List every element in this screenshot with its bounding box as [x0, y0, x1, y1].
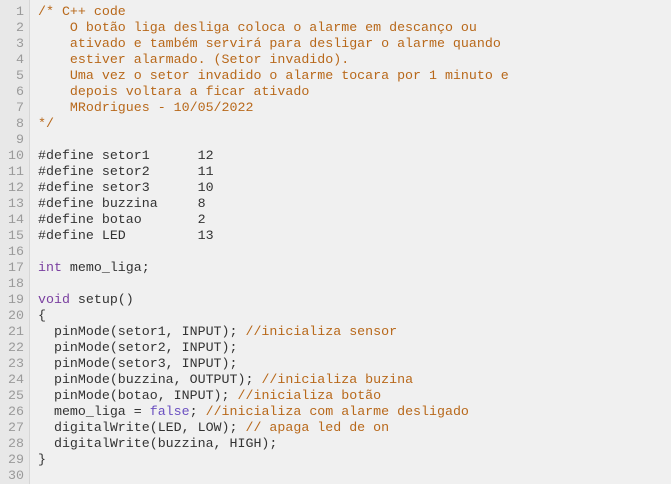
code-token: #define LED 13: [38, 228, 214, 243]
line-number: 29: [8, 452, 24, 467]
line-number: 1: [16, 4, 24, 19]
line-number: 19: [8, 292, 24, 307]
comment-token: // apaga led de on: [245, 420, 390, 435]
line-code: #define setor1 12: [38, 148, 214, 164]
line-number: 30: [8, 468, 24, 483]
code-token: setup(): [69, 292, 134, 307]
code-token: memo_liga;: [61, 260, 150, 275]
line-code: #define setor3 10: [38, 180, 214, 196]
line-code: estiver alarmado. (Setor invadido).: [38, 52, 349, 68]
comment-token: ativado e também servirá para desligar o…: [38, 36, 501, 51]
code-token: #define botao 2: [38, 212, 206, 227]
line-code: pinMode(buzzina, OUTPUT); //inicializa b…: [38, 372, 413, 388]
line-code: pinMode(setor2, INPUT);: [38, 340, 238, 356]
line-code: ativado e também servirá para desligar o…: [38, 36, 501, 52]
code-token: digitalWrite(buzzina, HIGH);: [38, 436, 278, 451]
line-number: 24: [8, 372, 24, 387]
line-number: 11: [8, 164, 24, 179]
line-code: digitalWrite(buzzina, HIGH);: [38, 436, 277, 452]
code-token: #define setor2 11: [38, 164, 214, 179]
line-number: 9: [16, 132, 24, 147]
line-number: 15: [8, 228, 24, 243]
literal-token: false: [149, 404, 190, 419]
code-token: #define setor1 12: [38, 148, 214, 163]
code-token: #define buzzina 8: [38, 196, 206, 211]
line-code: {: [38, 308, 46, 324]
line-code: pinMode(setor1, INPUT); //inicializa sen…: [38, 324, 397, 340]
comment-token: Uma vez o setor invadido o alarme tocara…: [38, 68, 509, 83]
line-number: 27: [8, 420, 24, 435]
line-number: 7: [16, 100, 24, 115]
code-token: pinMode(setor2, INPUT);: [38, 340, 238, 355]
line-code: */: [38, 116, 54, 132]
line-code: digitalWrite(LED, LOW); // apaga led de …: [38, 420, 389, 436]
comment-token: */: [38, 116, 54, 131]
line-code: }: [38, 452, 46, 468]
line-number: 2: [16, 20, 24, 35]
line-number: 22: [8, 340, 24, 355]
line-code: void setup(): [38, 292, 134, 308]
comment-token: /* C++ code: [38, 4, 126, 19]
code-token: {: [38, 308, 46, 323]
line-number: 13: [8, 196, 24, 211]
code-token: pinMode(setor3, INPUT);: [38, 356, 238, 371]
code-editor[interactable]: 1 /* C++ code 2 O botão liga desliga coloc…: [0, 0, 671, 484]
line-code: pinMode(setor3, INPUT);: [38, 356, 238, 372]
line-number: 21: [8, 324, 24, 339]
code-token: pinMode(buzzina, OUTPUT);: [38, 372, 262, 387]
line-number: 3: [16, 36, 24, 51]
line-code: MRodrigues - 10/05/2022: [38, 100, 254, 116]
line-code: pinMode(botao, INPUT); //inicializa botã…: [38, 388, 381, 404]
code-token: }: [38, 452, 46, 467]
line-number: 16: [8, 244, 24, 259]
line-number: 17: [8, 260, 24, 275]
line-code: memo_liga = false; //inicializa com alar…: [38, 404, 469, 420]
line-number: 25: [8, 388, 24, 403]
code-token: pinMode(setor1, INPUT);: [38, 324, 246, 339]
line-number: 26: [8, 404, 24, 419]
line-number: 12: [8, 180, 24, 195]
comment-token: O botão liga desliga coloca o alarme em …: [38, 20, 477, 35]
line-number: 10: [8, 148, 24, 163]
code-token: digitalWrite(LED, LOW);: [38, 420, 246, 435]
keyword-token: void: [38, 292, 70, 307]
line-code: depois voltara a ficar ativado: [38, 84, 309, 100]
code-token: ;: [189, 404, 206, 419]
comment-token: //inicializa com alarme desligado: [205, 404, 469, 419]
line-code: #define LED 13: [38, 228, 214, 244]
line-number: 23: [8, 356, 24, 371]
line-number: 18: [8, 276, 24, 291]
code-token: memo_liga =: [38, 404, 150, 419]
line-code: Uma vez o setor invadido o alarme tocara…: [38, 68, 509, 84]
line-code: #define buzzina 8: [38, 196, 206, 212]
comment-token: //inicializa botão: [237, 388, 382, 403]
comment-token: MRodrigues - 10/05/2022: [38, 100, 254, 115]
comment-token: //inicializa sensor: [245, 324, 398, 339]
line-code: O botão liga desliga coloca o alarme em …: [38, 20, 477, 36]
line-number: 8: [16, 116, 24, 131]
line-code: /* C++ code: [38, 4, 126, 20]
line-code: #define botao 2: [38, 212, 206, 228]
line-number: 4: [16, 52, 24, 67]
code-token: #define setor3 10: [38, 180, 214, 195]
line-number: 28: [8, 436, 24, 451]
code-token: pinMode(botao, INPUT);: [38, 388, 238, 403]
line-number: 6: [16, 84, 24, 99]
comment-token: estiver alarmado. (Setor invadido).: [38, 52, 350, 67]
line-number: 14: [8, 212, 24, 227]
keyword-token: int: [38, 260, 62, 275]
line-code: int memo_liga;: [38, 260, 150, 276]
line-number: 20: [8, 308, 24, 323]
comment-token: //inicializa buzina: [261, 372, 414, 387]
line-code: #define setor2 11: [38, 164, 214, 180]
comment-token: depois voltara a ficar ativado: [38, 84, 310, 99]
line-number: 5: [16, 68, 24, 83]
